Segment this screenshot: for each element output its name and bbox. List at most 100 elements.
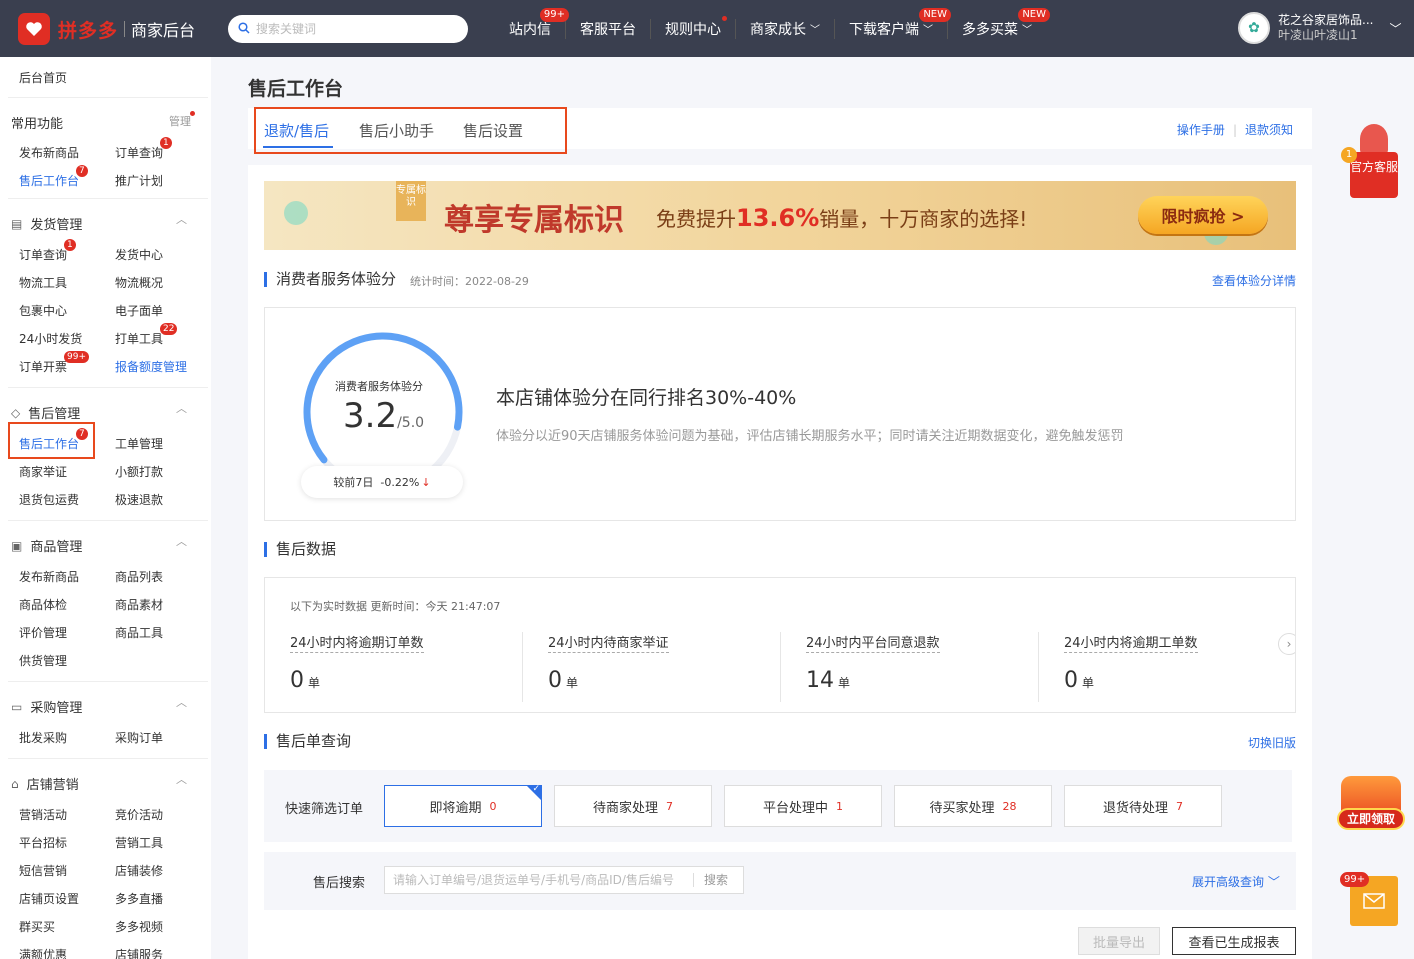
sidebar-item-goods-list[interactable]: 商品列表 <box>115 568 163 585</box>
nav-grocery[interactable]: 多多买菜 ﹀ NEW <box>948 7 1050 39</box>
metric-unit: 单 <box>1082 676 1095 690</box>
manage-dot <box>190 111 195 116</box>
header-search-input[interactable] <box>256 22 446 36</box>
sidebar-item-evidence[interactable]: 商家举证 <box>19 463 67 480</box>
sidebar-item-fast-refund[interactable]: 极速退款 <box>115 491 163 508</box>
chevron-up-icon[interactable]: ︿ <box>176 211 187 227</box>
sidebar-item-live[interactable]: 多多直播 <box>115 890 163 907</box>
sidebar-item-campaigns[interactable]: 营销活动 <box>19 806 67 823</box>
batch-export-button[interactable]: 批量导出 <box>1078 927 1160 955</box>
gift-widget[interactable]: 立即领取 <box>1337 772 1405 834</box>
sidebar-item-decoration[interactable]: 店铺装修 <box>115 862 163 879</box>
sidebar-item-logistics-overview[interactable]: 物流概况 <box>115 274 163 291</box>
sidebar-item-return-freight[interactable]: 退货包运费 <box>19 491 79 508</box>
banner-sub-suffix: 销量，十万商家的选择! <box>819 207 1028 231</box>
chevron-up-icon[interactable]: ︿ <box>176 533 187 549</box>
sidebar-item-promotion[interactable]: 推广计划 <box>115 172 163 189</box>
metric-number: 0 <box>548 668 562 693</box>
metric-unit: 单 <box>838 676 851 690</box>
advanced-search-toggle[interactable]: 展开高级查询 ﹀ <box>1192 873 1280 890</box>
sidebar-item-label: 发货中心 <box>115 248 164 262</box>
nav-inbox[interactable]: 站内信 99+ <box>495 7 569 39</box>
aftersale-search-input[interactable] <box>385 873 693 887</box>
metric-overdue-tickets[interactable]: 24小时内将逾期工单数 0单 <box>1064 632 1295 702</box>
nav-download[interactable]: 下载客户端 ﹀ NEW <box>835 7 951 39</box>
sidebar-item-shop-settings[interactable]: 店铺页设置 <box>19 890 79 907</box>
sidebar-item-logistics-tools[interactable]: 物流工具 <box>19 274 67 291</box>
filter-buyer-pending[interactable]: 待买家处理 28 <box>894 785 1052 827</box>
nav-growth[interactable]: 商家成长 ﹀ <box>736 18 835 39</box>
chevron-right-icon[interactable]: › <box>1278 633 1295 655</box>
filter-return-pending[interactable]: 退货待处理 7 <box>1064 785 1222 827</box>
sidebar-item-e-waybill[interactable]: 电子面单 <box>115 302 163 319</box>
sidebar-item-print-tool[interactable]: 打单工具 22 <box>115 323 178 347</box>
sidebar-item-shop-service[interactable]: 店铺服务 <box>115 946 163 959</box>
official-cs-button[interactable]: 官方客服 <box>1350 152 1398 198</box>
sidebar-marketing-title[interactable]: ⌂ 店铺营销 <box>11 774 79 794</box>
sidebar-item-package-center[interactable]: 包裹中心 <box>19 302 67 319</box>
filter-merchant-pending[interactable]: 待商家处理 7 <box>554 785 712 827</box>
sidebar-item-publish[interactable]: 发布新商品 <box>19 568 79 585</box>
nav-rules[interactable]: 规则中心 <box>651 15 736 39</box>
filter-label-text: 即将逾期 <box>429 800 482 816</box>
metric-evidence[interactable]: 24小时内待商家举证 0单 <box>548 632 806 702</box>
sidebar-home[interactable]: 后台首页 <box>19 69 67 86</box>
filter-platform-processing[interactable]: 平台处理中 1 <box>724 785 882 827</box>
sidebar-item-bidding[interactable]: 竞价活动 <box>115 806 163 823</box>
sidebar-purchase-title[interactable]: ▭ 采购管理 <box>11 697 82 717</box>
sidebar-item-order-query[interactable]: 订单查询 1 <box>19 239 76 263</box>
sidebar-item-invoice[interactable]: 订单开票 99+ <box>19 351 90 375</box>
sidebar-item-goods-tools[interactable]: 商品工具 <box>115 624 163 641</box>
header-search[interactable] <box>228 15 468 43</box>
sidebar-item-discount[interactable]: 满额优惠 <box>19 946 67 959</box>
chevron-up-icon[interactable]: ︿ <box>176 771 187 787</box>
sidebar-item-24h-ship[interactable]: 24小时发货 <box>19 330 82 347</box>
sidebar-section-label: 售后管理 <box>28 407 81 422</box>
search-button[interactable]: 搜索 <box>693 873 738 887</box>
nav-customer-service[interactable]: 客服平台 <box>566 18 651 39</box>
sidebar-item-label: 极速退款 <box>115 493 164 507</box>
sidebar-item-purchase-order[interactable]: 采购订单 <box>115 729 163 746</box>
metric-platform-refund[interactable]: 24小时内平台同意退款 14 单 <box>806 632 1064 702</box>
sidebar-item-quota[interactable]: 报备额度管理 <box>115 358 187 375</box>
count-badge: 7 <box>76 165 88 177</box>
sidebar-item-small-pay[interactable]: 小额打款 <box>115 463 163 480</box>
aftersale-search-box[interactable]: 搜索 <box>384 866 744 894</box>
logo[interactable]: 拼多多 商家后台 <box>18 13 195 45</box>
user-menu[interactable]: ✿ 花之谷家居饰品... 叶凌山叶凌山1 ﹀ <box>1238 12 1401 44</box>
search-label: 售后搜索 <box>313 876 366 891</box>
sidebar-aftersale-title[interactable]: ◇ 售后管理 <box>11 403 81 423</box>
promo-banner[interactable]: 专属标识 尊享专属标识 免费提升13.6%销量，十万商家的选择! 限时疯抢 > <box>264 181 1296 250</box>
chevron-up-icon[interactable]: ︿ <box>176 400 187 416</box>
sidebar-item-supply[interactable]: 供货管理 <box>19 652 67 669</box>
sidebar-item-publish[interactable]: 发布新商品 <box>19 144 79 161</box>
sidebar-item-ship-center[interactable]: 发货中心 <box>115 246 163 263</box>
score-detail-link[interactable]: 查看体验分详情 <box>1212 272 1296 289</box>
sidebar-item-aftersale[interactable]: 售后工作台 7 <box>19 165 88 189</box>
sidebar-item-reviews[interactable]: 评价管理 <box>19 624 67 641</box>
sidebar-item-sms[interactable]: 短信营销 <box>19 862 67 879</box>
sidebar-item-goods-material[interactable]: 商品素材 <box>115 596 163 613</box>
sidebar-item-group-buy[interactable]: 群买买 <box>19 918 55 935</box>
sidebar-item-tender[interactable]: 平台招标 <box>19 834 67 851</box>
sidebar-manage-link[interactable]: 管理 <box>169 111 195 129</box>
metric-number: 14 <box>806 668 834 693</box>
refund-notice-link[interactable]: 退款须知 <box>1245 123 1293 137</box>
sidebar-shipping-title[interactable]: ▤ 发货管理 <box>11 214 82 234</box>
sidebar-item-order-query[interactable]: 订单查询 1 <box>115 137 172 161</box>
sidebar-item-wholesale[interactable]: 批发采购 <box>19 729 67 746</box>
chevron-up-icon[interactable]: ︿ <box>176 694 187 710</box>
sidebar-item-goods-check[interactable]: 商品体检 <box>19 596 67 613</box>
sidebar-item-marketing-tools[interactable]: 营销工具 <box>115 834 163 851</box>
banner-cta-button[interactable]: 限时疯抢 > <box>1138 196 1268 234</box>
filter-count: 7 <box>1176 799 1183 813</box>
switch-old-version-link[interactable]: 切换旧版 <box>1248 734 1296 751</box>
chevron-down-icon: ﹀ <box>1022 25 1032 36</box>
filter-overdue[interactable]: 即将逾期 0 ✓ <box>384 784 542 827</box>
view-reports-button[interactable]: 查看已生成报表 <box>1172 927 1296 955</box>
manual-link[interactable]: 操作手册 <box>1177 123 1225 137</box>
sidebar-goods-title[interactable]: ▣ 商品管理 <box>11 536 82 556</box>
sidebar-item-ticket[interactable]: 工单管理 <box>115 435 163 452</box>
sidebar-item-video[interactable]: 多多视频 <box>115 918 163 935</box>
metric-overdue-orders[interactable]: 24小时内将逾期订单数 0单 <box>290 632 548 702</box>
